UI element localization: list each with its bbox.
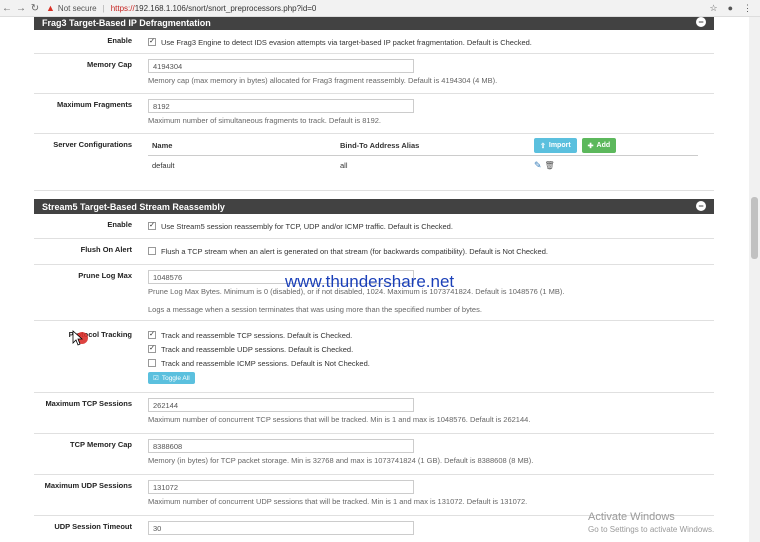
address-bar[interactable]: ▲ Not secure | https:// 192.168.1.106/sn… [46,3,316,13]
add-button[interactable]: ✚ Add [581,138,617,153]
account-icon[interactable]: ● [728,3,733,13]
max-tcp-label: Maximum TCP Sessions [45,399,132,408]
track-tcp-text: Track and reassemble TCP sessions. Defau… [161,330,353,340]
url-path: 192.168.1.106/snort/snort_preprocessors.… [134,3,317,13]
frag3-maxfrag-input[interactable] [148,99,414,113]
toggle-all-button[interactable]: ☑ Toggle All [148,372,195,384]
protocol-tracking-row: Protocol Tracking ✓ Track and reassemble… [34,321,714,393]
frag3-enable-row: Enable ✓ Use Frag3 Engine to detect IDS … [34,30,714,54]
max-tcp-input[interactable] [148,398,414,412]
frag3-panel-header: Frag3 Target-Based IP Defragmentation − [34,17,714,30]
collapse-icon[interactable]: − [696,17,706,27]
frag3-server-row: Server Configurations Name Bind-To Addre… [34,134,714,191]
cursor-icon [72,330,88,346]
edit-pencil-icon[interactable]: ✎ [534,160,542,171]
max-udp-row: Maximum UDP Sessions Maximum number of c… [34,475,714,516]
frag3-memcap-row: Memory Cap Memory cap (max memory in byt… [34,54,714,94]
not-secure-label: Not secure [57,3,97,13]
max-udp-label: Maximum UDP Sessions [44,481,132,490]
flush-alert-text: Flush a TCP stream when an alert is gene… [161,246,548,256]
track-icmp-checkbox[interactable] [148,359,156,367]
checkbox-icon: ☑ [153,375,159,382]
collapse-icon[interactable]: − [696,201,706,211]
upload-icon: ⇧ [540,142,546,150]
server-bind-cell: all [340,160,348,170]
udp-timeout-label: UDP Session Timeout [54,522,132,531]
url-scheme: https:// [110,3,135,13]
flush-alert-row: Flush On Alert Flush a TCP stream when a… [34,239,714,265]
max-tcp-help: Maximum number of concurrent TCP session… [148,415,531,424]
table-row: default all ✎ 🗑 [148,156,698,174]
tcp-memcap-row: TCP Memory Cap Memory (in bytes) for TCP… [34,434,714,475]
max-udp-input[interactable] [148,480,414,494]
page-scrollbar[interactable] [749,17,760,542]
stream5-panel-header: Stream5 Target-Based Stream Reassembly − [34,199,714,214]
stream5-enable-checkbox[interactable]: ✓ [148,222,156,230]
plus-icon: ✚ [587,142,594,150]
url-separator: | [102,3,105,13]
watermark-text: www.thundershare.net [285,272,455,291]
frag3-enable-checkbox[interactable]: ✓ [148,38,156,46]
stream5-enable-label: Enable [107,220,132,229]
frag3-maxfrag-label: Maximum Fragments [56,100,132,109]
col-name-header: Name [152,141,173,150]
track-tcp-checkbox[interactable]: ✓ [148,331,156,339]
flush-alert-label: Flush On Alert [80,245,132,254]
track-icmp-text: Track and reassemble ICMP sessions. Defa… [161,358,370,368]
activate-windows-title: Activate Windows [588,511,675,523]
frag3-maxfrag-help: Maximum number of simultaneous fragments… [148,116,382,125]
reload-icon[interactable]: ↻ [28,1,42,15]
prune-log-label: Prune Log Max [78,271,132,280]
prune-log-help-2: Logs a message when a session terminates… [148,305,482,314]
bookmark-star-icon[interactable]: ☆ [709,3,717,14]
udp-timeout-input[interactable] [148,521,414,535]
warning-triangle-icon: ▲ [46,3,55,13]
windows-activation-notice: Activate Windows Go to Settings to activ… [588,511,714,534]
frag3-memcap-label: Memory Cap [86,60,132,69]
frag3-enable-text: Use Frag3 Engine to detect IDS evasion a… [161,37,532,47]
track-udp-checkbox[interactable]: ✓ [148,345,156,353]
forward-arrow-icon[interactable]: → [14,1,28,15]
tcp-memcap-label: TCP Memory Cap [70,440,132,449]
track-udp-text: Track and reassemble UDP sessions. Defau… [161,344,354,354]
import-button[interactable]: ⇧ Import [534,138,577,153]
frag3-memcap-input[interactable] [148,59,414,73]
menu-dots-icon[interactable]: ⋮ [743,3,752,14]
stream5-title: Stream5 Target-Based Stream Reassembly [42,201,225,212]
stream5-enable-row: Enable ✓ Use Stream5 session reassembly … [34,214,714,239]
frag3-enable-label: Enable [107,36,132,45]
stream5-enable-text: Use Stream5 session reassembly for TCP, … [161,221,453,231]
frag3-memcap-help: Memory cap (max memory in bytes) allocat… [148,76,498,85]
tcp-memcap-help: Memory (in bytes) for TCP packet storage… [148,456,534,465]
col-bind-header: Bind-To Address Alias [340,141,420,150]
frag3-title: Frag3 Target-Based IP Defragmentation [42,17,211,28]
frag3-maxfrag-row: Maximum Fragments Maximum number of simu… [34,94,714,134]
browser-toolbar: ← → ↻ ▲ Not secure | https:// 192.168.1.… [0,0,760,17]
server-config-table: Name Bind-To Address Alias ⇧ Import ✚ Ad… [148,136,698,174]
flush-alert-checkbox[interactable] [148,247,156,255]
tcp-memcap-input[interactable] [148,439,414,453]
back-arrow-icon[interactable]: ← [0,1,14,15]
trash-icon[interactable]: 🗑 [545,161,555,170]
frag3-server-label: Server Configurations [53,140,132,149]
max-udp-help: Maximum number of concurrent UDP session… [148,497,528,506]
server-name-cell: default [152,160,175,170]
max-tcp-row: Maximum TCP Sessions Maximum number of c… [34,393,714,434]
scrollbar-thumb[interactable] [751,197,758,259]
activate-windows-subtitle: Go to Settings to activate Windows. [588,525,715,534]
